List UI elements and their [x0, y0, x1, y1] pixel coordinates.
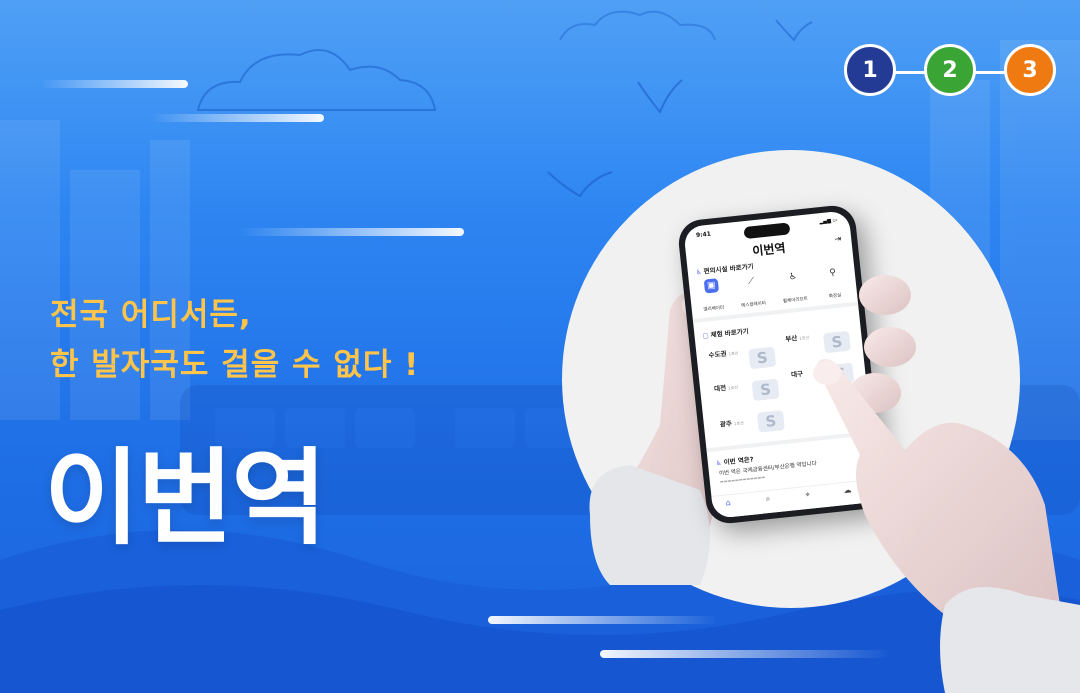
pointing-hand-illustration [813, 275, 1080, 693]
region-sudogwon[interactable]: 수도권1호선 [708, 346, 739, 360]
region-name: 수도권 [708, 349, 727, 360]
region-line-count: 1호선 [733, 420, 745, 427]
step-3: 3 [1004, 44, 1056, 96]
facility-label: 엘리베이터 [703, 305, 725, 313]
step-indicator: 1 2 3 [844, 44, 1064, 100]
line-logo: S [756, 410, 785, 433]
line-logo: S [751, 378, 780, 402]
facility-elevator[interactable]: ▣ 엘리베이터 [691, 277, 734, 316]
speed-line [40, 80, 188, 88]
headline-line-2: 한 발자국도 걸을 수 없다 ! [50, 347, 420, 383]
line-logo: S [748, 346, 777, 370]
wheelchair-icon: ♿ [695, 267, 703, 277]
status-time: 9:41 [695, 230, 712, 240]
dynamic-island [743, 222, 791, 240]
region-line-count: 1호선 [727, 384, 739, 391]
speed-line [240, 228, 464, 236]
region-gwangju[interactable]: 광주1호선 [719, 416, 744, 428]
home-icon: ⌂ [725, 498, 732, 508]
exit-icon[interactable]: ⇥ [834, 234, 842, 244]
route-section-label: 체험 바로가기 [710, 327, 750, 340]
escalator-icon: ⟋ [743, 273, 759, 290]
elevator-icon: ▣ [703, 278, 720, 294]
app-name-title: 이번역 [44, 437, 327, 559]
step-1: 1 [844, 44, 896, 96]
region-name: 대전 [713, 383, 727, 394]
signal-battery-icon: ▂▄▆ ▭ [819, 217, 838, 226]
promo-banner: 1 2 3 전국 어디서든, 한 발자국도 걸을 수 없다 ! 이번역 9:41… [0, 0, 1080, 693]
facility-label: 에스컬레이터 [741, 301, 767, 309]
speed-line [488, 616, 718, 624]
tab-home[interactable]: ⌂홈 [716, 497, 743, 519]
facility-escalator[interactable]: ⟋ 에스컬레이터 [731, 273, 774, 312]
region-daejeon[interactable]: 대전1호선 [714, 381, 739, 393]
region-name: 광주 [719, 419, 733, 429]
region-line-count: 1호선 [728, 350, 739, 357]
facility-section-label: 편의시설 바로가기 [703, 262, 754, 276]
step-2: 2 [924, 44, 976, 96]
headline-line-1: 전국 어디서든, [50, 297, 252, 333]
chat-bubble-icon: ▢ [702, 331, 710, 341]
route-section-title: ▢체험 바로가기 [702, 325, 749, 340]
headline: 전국 어디서든, 한 발자국도 걸을 수 없다 ! [50, 290, 419, 390]
search-icon: ⌕ [765, 493, 771, 504]
wheelchair-icon: ♿ [715, 458, 723, 468]
speed-line [150, 114, 324, 122]
